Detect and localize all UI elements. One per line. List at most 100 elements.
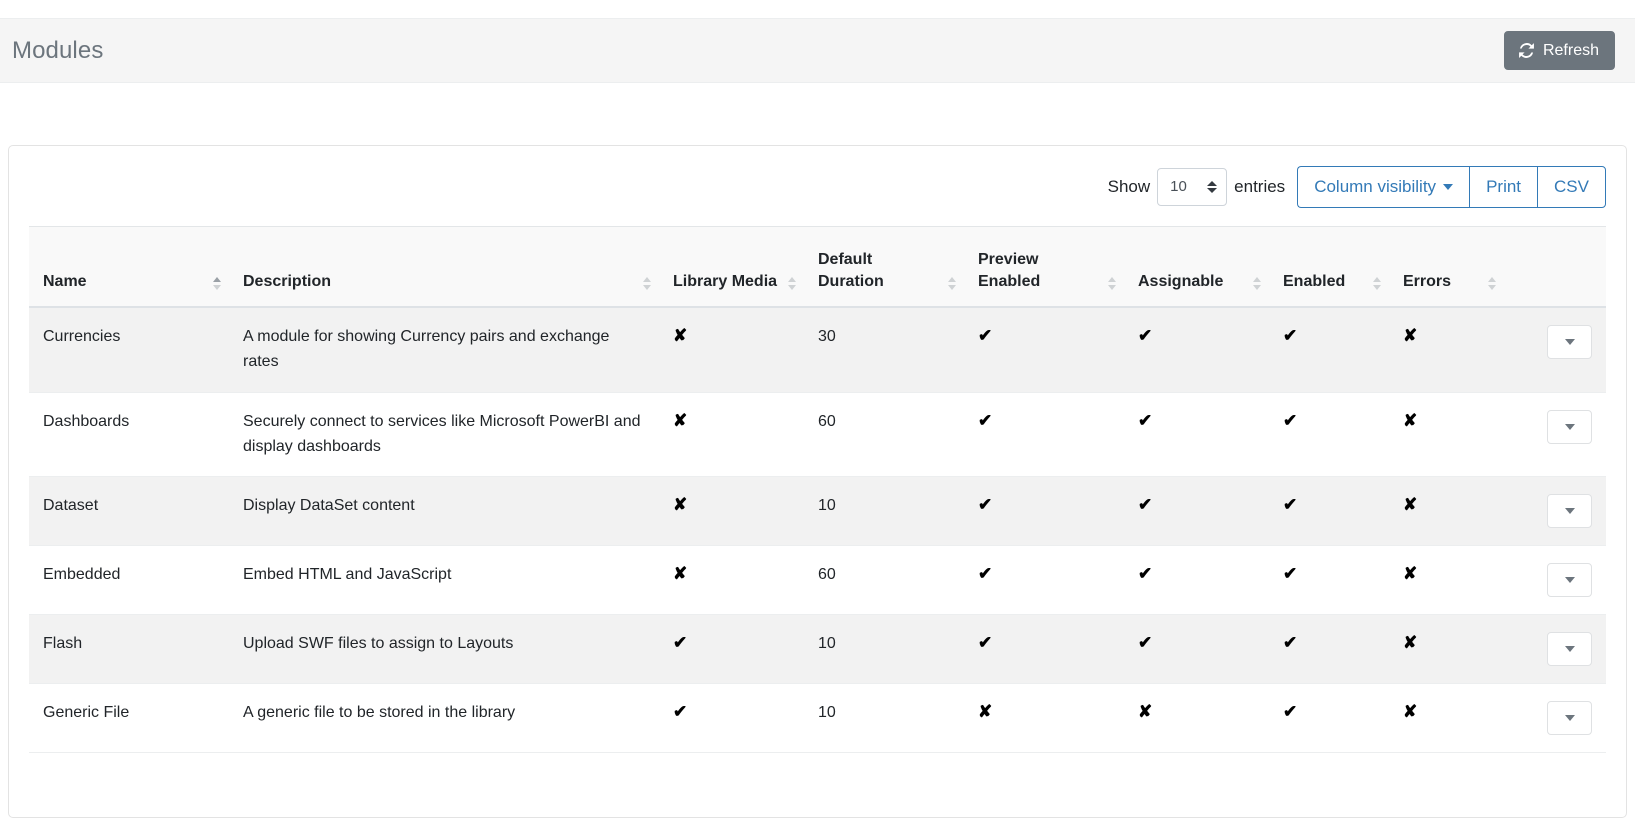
refresh-button-label: Refresh	[1543, 41, 1599, 60]
check-icon: ✔	[1138, 412, 1152, 429]
column-visibility-button[interactable]: Column visibility	[1297, 166, 1469, 208]
table-header-row: Name Description Library Media Default D…	[29, 227, 1606, 308]
check-icon: ✔	[1283, 327, 1297, 344]
card-body: Show 10 25 50 100 entries Column visibil…	[9, 146, 1626, 817]
column-header-description[interactable]: Description	[229, 227, 659, 308]
column-header-library-media[interactable]: Library Media	[659, 227, 804, 308]
cell-library-media: ✘	[659, 477, 804, 546]
csv-button-label: CSV	[1554, 177, 1589, 197]
row-actions-dropdown-button[interactable]	[1547, 494, 1592, 528]
cell-actions	[1504, 546, 1606, 615]
table-row[interactable]: CurrenciesA module for showing Currency …	[29, 307, 1606, 392]
cell-library-media: ✘	[659, 546, 804, 615]
chevron-down-icon	[1565, 715, 1575, 721]
table-row[interactable]: DatasetDisplay DataSet content✘10✔✔✔✘	[29, 477, 1606, 546]
cross-icon: ✘	[673, 496, 687, 513]
row-actions-dropdown-button[interactable]	[1547, 325, 1592, 359]
check-icon: ✔	[1138, 565, 1152, 582]
row-actions-dropdown-button[interactable]	[1547, 701, 1592, 735]
check-icon: ✔	[978, 496, 992, 513]
check-icon: ✔	[1283, 412, 1297, 429]
cell-default-duration: 10	[804, 684, 964, 753]
cell-actions	[1504, 684, 1606, 753]
refresh-button[interactable]: Refresh	[1504, 31, 1615, 70]
cross-icon: ✘	[1403, 327, 1417, 344]
column-header-default-duration[interactable]: Default Duration	[804, 227, 964, 308]
column-header-name[interactable]: Name	[29, 227, 229, 308]
column-header-assignable[interactable]: Assignable	[1124, 227, 1269, 308]
column-header-errors[interactable]: Errors	[1389, 227, 1504, 308]
cell-assignable: ✔	[1124, 392, 1269, 477]
column-header-label: Assignable	[1138, 273, 1223, 290]
entries-label: entries	[1234, 177, 1285, 197]
table-head: Name Description Library Media Default D…	[29, 227, 1606, 308]
datatable-toolbar: Show 10 25 50 100 entries Column visibil…	[29, 166, 1606, 208]
cross-icon: ✘	[673, 565, 687, 582]
cell-assignable: ✔	[1124, 307, 1269, 392]
cell-library-media: ✔	[659, 684, 804, 753]
cell-preview-enabled: ✔	[964, 477, 1124, 546]
table-row[interactable]: FlashUpload SWF files to assign to Layou…	[29, 615, 1606, 684]
cell-actions	[1504, 615, 1606, 684]
row-actions-dropdown-button[interactable]	[1547, 410, 1592, 444]
chevron-down-icon	[1565, 424, 1575, 430]
column-header-label: Default Duration	[818, 251, 884, 290]
cell-errors: ✘	[1389, 684, 1504, 753]
check-icon: ✔	[673, 634, 687, 651]
page-length-select-wrapper[interactable]: 10 25 50 100	[1157, 168, 1227, 206]
page-header: Modules Refresh	[0, 18, 1635, 83]
sort-arrows-icon	[213, 277, 221, 290]
column-header-label: Name	[43, 273, 87, 290]
cross-icon: ✘	[1403, 565, 1417, 582]
check-icon: ✔	[1138, 327, 1152, 344]
modules-table: Name Description Library Media Default D…	[29, 226, 1606, 753]
cell-preview-enabled: ✘	[964, 684, 1124, 753]
cell-actions	[1504, 392, 1606, 477]
cross-icon: ✘	[673, 412, 687, 429]
cell-description: Display DataSet content	[229, 477, 659, 546]
column-header-label: Enabled	[1283, 273, 1345, 290]
check-icon: ✔	[1283, 565, 1297, 582]
chevron-down-icon	[1565, 508, 1575, 514]
cell-assignable: ✘	[1124, 684, 1269, 753]
cell-enabled: ✔	[1269, 615, 1389, 684]
column-header-preview-enabled[interactable]: Preview Enabled	[964, 227, 1124, 308]
cell-errors: ✘	[1389, 392, 1504, 477]
cell-default-duration: 10	[804, 477, 964, 546]
cell-library-media: ✘	[659, 392, 804, 477]
sort-arrows-icon	[1488, 277, 1496, 290]
cell-name: Embedded	[29, 546, 229, 615]
column-header-label: Errors	[1403, 273, 1451, 290]
sort-arrows-icon	[643, 277, 651, 290]
table-row[interactable]: Generic FileA generic file to be stored …	[29, 684, 1606, 753]
row-actions-dropdown-button[interactable]	[1547, 563, 1592, 597]
column-header-enabled[interactable]: Enabled	[1269, 227, 1389, 308]
page-length-select[interactable]: 10 25 50 100	[1157, 168, 1227, 206]
cell-enabled: ✔	[1269, 546, 1389, 615]
check-icon: ✔	[1283, 496, 1297, 513]
check-icon: ✔	[978, 565, 992, 582]
table-row[interactable]: EmbeddedEmbed HTML and JavaScript✘60✔✔✔✘	[29, 546, 1606, 615]
check-icon: ✔	[978, 634, 992, 651]
cell-errors: ✘	[1389, 615, 1504, 684]
sort-arrows-icon	[1373, 277, 1381, 290]
cross-icon: ✘	[673, 327, 687, 344]
check-icon: ✔	[673, 703, 687, 720]
cell-description: Embed HTML and JavaScript	[229, 546, 659, 615]
check-icon: ✔	[978, 327, 992, 344]
cell-description: Upload SWF files to assign to Layouts	[229, 615, 659, 684]
cell-library-media: ✘	[659, 307, 804, 392]
row-actions-dropdown-button[interactable]	[1547, 632, 1592, 666]
table-body: CurrenciesA module for showing Currency …	[29, 307, 1606, 753]
print-button[interactable]: Print	[1469, 166, 1537, 208]
table-row[interactable]: DashboardsSecurely connect to services l…	[29, 392, 1606, 477]
cell-assignable: ✔	[1124, 615, 1269, 684]
check-icon: ✔	[1283, 634, 1297, 651]
column-header-label: Library Media	[673, 273, 777, 290]
cell-errors: ✘	[1389, 307, 1504, 392]
check-icon: ✔	[1138, 634, 1152, 651]
csv-button[interactable]: CSV	[1537, 166, 1606, 208]
cell-default-duration: 10	[804, 615, 964, 684]
cell-name: Currencies	[29, 307, 229, 392]
refresh-icon	[1518, 42, 1535, 59]
